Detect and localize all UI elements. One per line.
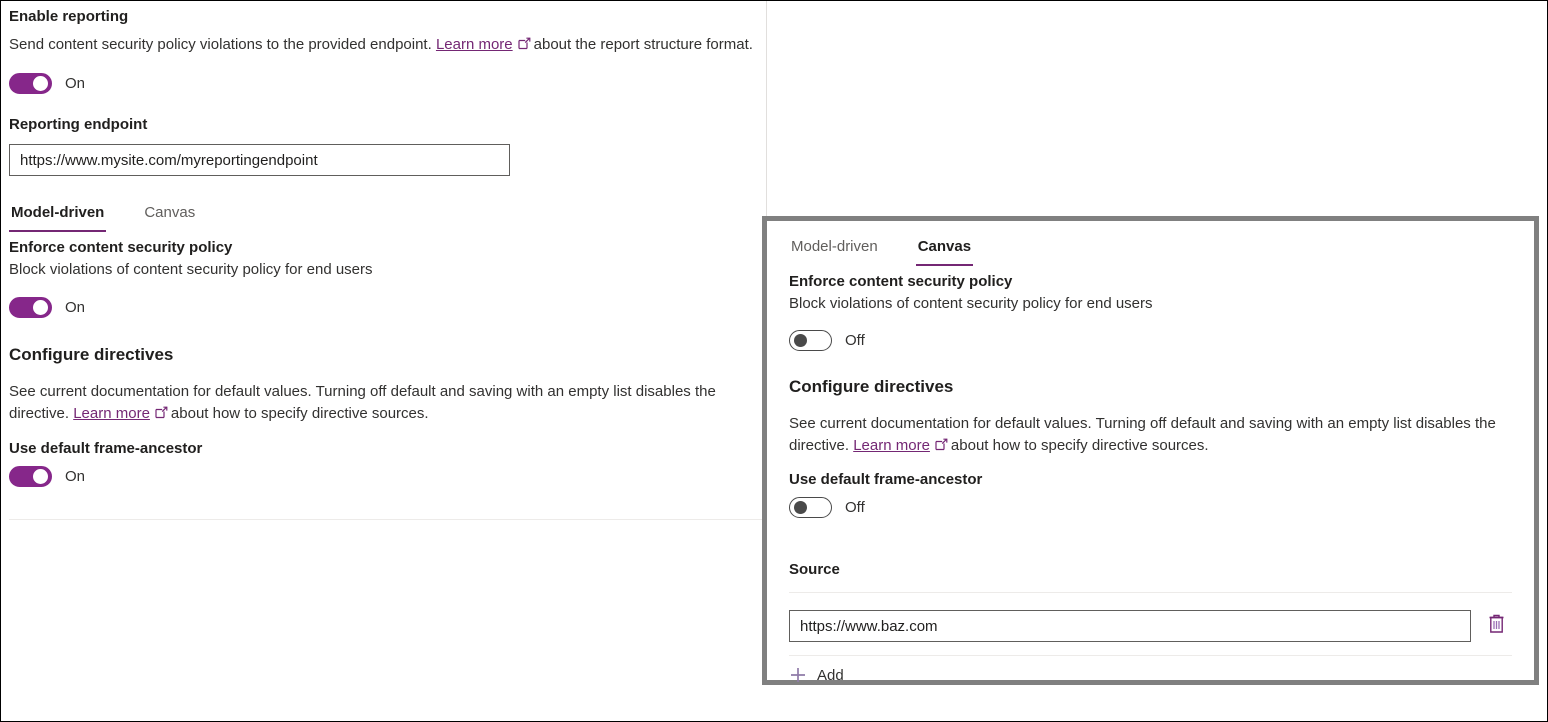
- add-source-label: Add: [817, 667, 844, 684]
- enforce-policy-desc-right: Block violations of content security pol…: [789, 293, 1512, 315]
- enable-reporting-description: Send content security policy violations …: [9, 34, 754, 56]
- tab-canvas-right[interactable]: Canvas: [916, 237, 973, 270]
- delete-source-button[interactable]: [1480, 610, 1512, 642]
- toggle-knob: [794, 334, 807, 347]
- source-divider-bottom: [789, 655, 1512, 656]
- configure-directives-desc-right: See current documentation for default va…: [789, 413, 1519, 457]
- directives-desc-after-right: about how to specify directive sources.: [951, 437, 1209, 454]
- enforce-policy-toggle-row-left[interactable]: On: [9, 297, 766, 318]
- enforce-policy-toggle-state-left: On: [65, 298, 85, 318]
- enable-reporting-toggle[interactable]: [9, 73, 52, 94]
- enable-reporting-desc-before: Send content security policy violations …: [9, 36, 432, 53]
- enable-reporting-toggle-row[interactable]: On: [9, 73, 766, 94]
- frame-ancestor-toggle-state-left: On: [65, 467, 85, 487]
- toggle-knob: [33, 300, 48, 315]
- enable-reporting-desc-after: about the report structure format.: [534, 36, 753, 53]
- enforce-policy-toggle-row-right[interactable]: Off: [789, 330, 1512, 351]
- enable-reporting-section: Enable reporting Send content security p…: [9, 1, 766, 176]
- left-panel-divider: [9, 519, 766, 520]
- reporting-endpoint-label: Reporting endpoint: [9, 115, 766, 135]
- enforce-policy-title-left: Enforce content security policy: [9, 238, 766, 258]
- frame-ancestor-toggle-right[interactable]: [789, 497, 832, 518]
- source-heading: Source: [789, 560, 1512, 580]
- learn-more-link-directives-right[interactable]: Learn more: [853, 437, 930, 454]
- right-tab-list: Model-driven Canvas: [789, 237, 1512, 270]
- configure-directives-heading-left: Configure directives: [9, 344, 766, 366]
- source-input[interactable]: https://www.baz.com: [789, 610, 1471, 642]
- trash-icon: [1487, 613, 1506, 639]
- screenshot-root: Enable reporting Send content security p…: [0, 0, 1548, 722]
- toggle-knob: [794, 501, 807, 514]
- left-directives-section: Configure directives See current documen…: [9, 344, 766, 487]
- enable-reporting-title: Enable reporting: [9, 7, 766, 27]
- tab-model-driven-left[interactable]: Model-driven: [9, 203, 106, 236]
- right-enforce-section: Enforce content security policy Block vi…: [789, 272, 1512, 351]
- left-enforce-section: Enforce content security policy Block vi…: [9, 238, 766, 318]
- reporting-endpoint-input[interactable]: https://www.mysite.com/myreportingendpoi…: [9, 144, 510, 176]
- source-row: https://www.baz.com: [789, 610, 1512, 642]
- left-tab-list: Model-driven Canvas: [9, 203, 766, 236]
- canvas-panel-content: Model-driven Canvas Enforce content secu…: [767, 221, 1534, 680]
- enable-reporting-toggle-state: On: [65, 74, 85, 94]
- frame-ancestor-toggle-left[interactable]: [9, 466, 52, 487]
- enforce-policy-toggle-right[interactable]: [789, 330, 832, 351]
- configure-directives-desc-left: See current documentation for default va…: [9, 381, 757, 425]
- right-directives-section: Configure directives See current documen…: [789, 376, 1512, 518]
- add-source-button[interactable]: Add: [789, 666, 1512, 684]
- learn-more-link-reporting[interactable]: Learn more: [436, 36, 513, 53]
- directives-desc-after-left: about how to specify directive sources.: [171, 405, 429, 422]
- use-default-frame-ancestor-label-right: Use default frame-ancestor: [789, 470, 1512, 490]
- left-settings-panel: Enable reporting Send content security p…: [9, 1, 766, 487]
- canvas-callout-panel: Model-driven Canvas Enforce content secu…: [762, 216, 1539, 685]
- use-default-frame-ancestor-label-left: Use default frame-ancestor: [9, 439, 766, 459]
- learn-more-link-directives-left[interactable]: Learn more: [73, 405, 150, 422]
- enforce-policy-desc-left: Block violations of content security pol…: [9, 259, 766, 281]
- enforce-policy-title-right: Enforce content security policy: [789, 272, 1512, 292]
- enforce-policy-toggle-state-right: Off: [845, 331, 865, 351]
- toggle-knob: [33, 76, 48, 91]
- configure-directives-heading-right: Configure directives: [789, 376, 1512, 398]
- external-link-icon: [935, 438, 948, 451]
- external-link-icon: [155, 406, 168, 419]
- tab-canvas-left[interactable]: Canvas: [142, 203, 197, 236]
- frame-ancestor-toggle-row-left[interactable]: On: [9, 466, 766, 487]
- plus-icon: [789, 666, 807, 684]
- toggle-knob: [33, 469, 48, 484]
- enforce-policy-toggle-left[interactable]: [9, 297, 52, 318]
- source-section: Source https://www.baz.com: [789, 560, 1512, 684]
- frame-ancestor-toggle-state-right: Off: [845, 498, 865, 518]
- external-link-icon: [518, 37, 531, 50]
- frame-ancestor-toggle-row-right[interactable]: Off: [789, 497, 1512, 518]
- tab-model-driven-right[interactable]: Model-driven: [789, 237, 880, 270]
- source-divider-top: [789, 592, 1512, 593]
